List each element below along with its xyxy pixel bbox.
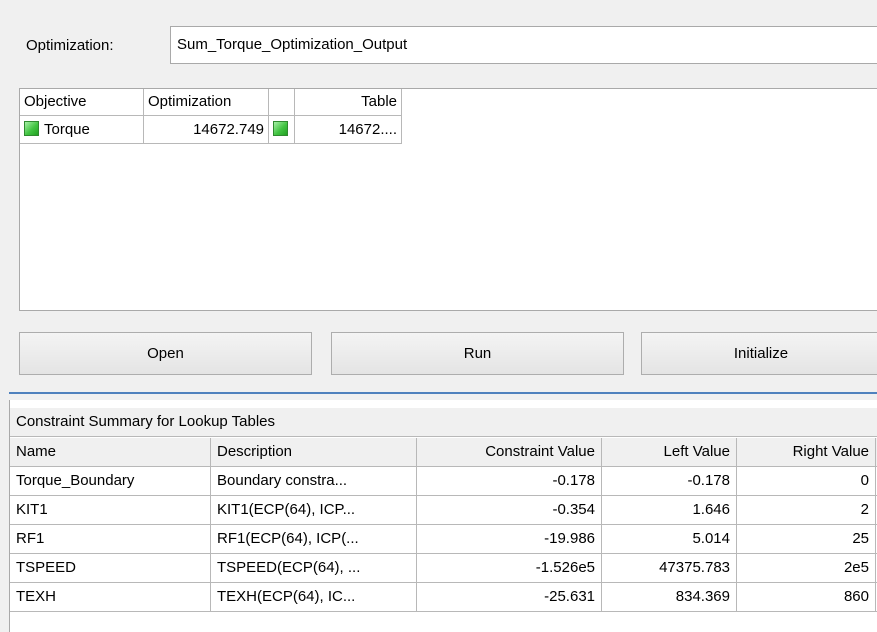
table-value-cell[interactable]: 14672.... [295,116,402,144]
status-indicator-icon [273,121,288,136]
right-value-cell[interactable]: 860 [737,583,876,612]
objective-cell[interactable]: Torque [20,116,144,144]
table-header-row: Name Description Constraint Value Left V… [10,438,877,467]
table-row[interactable]: Torque_Boundary Boundary constra... -0.1… [10,467,877,496]
name-cell[interactable]: RF1 [10,525,211,554]
right-value-cell[interactable]: 25 [737,525,876,554]
description-cell[interactable]: RF1(ECP(64), ICP(... [211,525,417,554]
constraint-value-cell[interactable]: -0.178 [417,467,602,496]
table-row[interactable]: RF1 RF1(ECP(64), ICP(... -19.986 5.014 2… [10,525,877,554]
status-cell[interactable] [269,116,295,144]
column-header-right-value[interactable]: Right Value [737,438,876,467]
constraint-value-cell[interactable]: -19.986 [417,525,602,554]
constraint-value-cell[interactable]: -25.631 [417,583,602,612]
name-cell[interactable]: KIT1 [10,496,211,525]
column-header-status[interactable] [269,89,295,116]
right-value-cell[interactable]: 2 [737,496,876,525]
left-value-cell[interactable]: -0.178 [602,467,737,496]
optimization-value-cell[interactable]: 14672.749 [144,116,269,144]
constraint-value-cell[interactable]: -1.526e5 [417,554,602,583]
column-header-left-value[interactable]: Left Value [602,438,737,467]
column-header-description[interactable]: Description [211,438,417,467]
constraint-summary-title: Constraint Summary for Lookup Tables [10,408,877,437]
status-indicator-icon [24,121,39,136]
run-button[interactable]: Run [331,332,624,375]
column-header-optimization[interactable]: Optimization [144,89,269,116]
optimization-name-field[interactable]: Sum_Torque_Optimization_Output [170,26,877,64]
description-cell[interactable]: TSPEED(ECP(64), ... [211,554,417,583]
constraint-value-cell[interactable]: -0.354 [417,496,602,525]
column-header-table[interactable]: Table [295,89,402,116]
table-row[interactable]: TEXH TEXH(ECP(64), IC... -25.631 834.369… [10,583,877,612]
objective-grid: Objective Optimization Table Torque 1467… [19,88,877,311]
table-row[interactable]: KIT1 KIT1(ECP(64), ICP... -0.354 1.646 2 [10,496,877,525]
name-cell[interactable]: TEXH [10,583,211,612]
objective-name: Torque [44,121,90,138]
column-header-name[interactable]: Name [10,438,211,467]
right-value-cell[interactable]: 0 [737,467,876,496]
name-cell[interactable]: Torque_Boundary [10,467,211,496]
description-cell[interactable]: TEXH(ECP(64), IC... [211,583,417,612]
optimization-label: Optimization: [26,37,114,54]
section-separator [9,392,877,394]
initialize-button[interactable]: Initialize [641,332,877,375]
right-value-cell[interactable]: 2e5 [737,554,876,583]
description-cell[interactable]: Boundary constra... [211,467,417,496]
name-cell[interactable]: TSPEED [10,554,211,583]
left-value-cell[interactable]: 5.014 [602,525,737,554]
left-value-cell[interactable]: 47375.783 [602,554,737,583]
column-header-objective[interactable]: Objective [20,89,144,116]
left-value-cell[interactable]: 834.369 [602,583,737,612]
constraint-summary-table: Constraint Summary for Lookup Tables Nam… [9,400,877,632]
table-row[interactable]: TSPEED TSPEED(ECP(64), ... -1.526e5 4737… [10,554,877,583]
open-button[interactable]: Open [19,332,312,375]
description-cell[interactable]: KIT1(ECP(64), ICP... [211,496,417,525]
column-header-constraint-value[interactable]: Constraint Value [417,438,602,467]
left-value-cell[interactable]: 1.646 [602,496,737,525]
